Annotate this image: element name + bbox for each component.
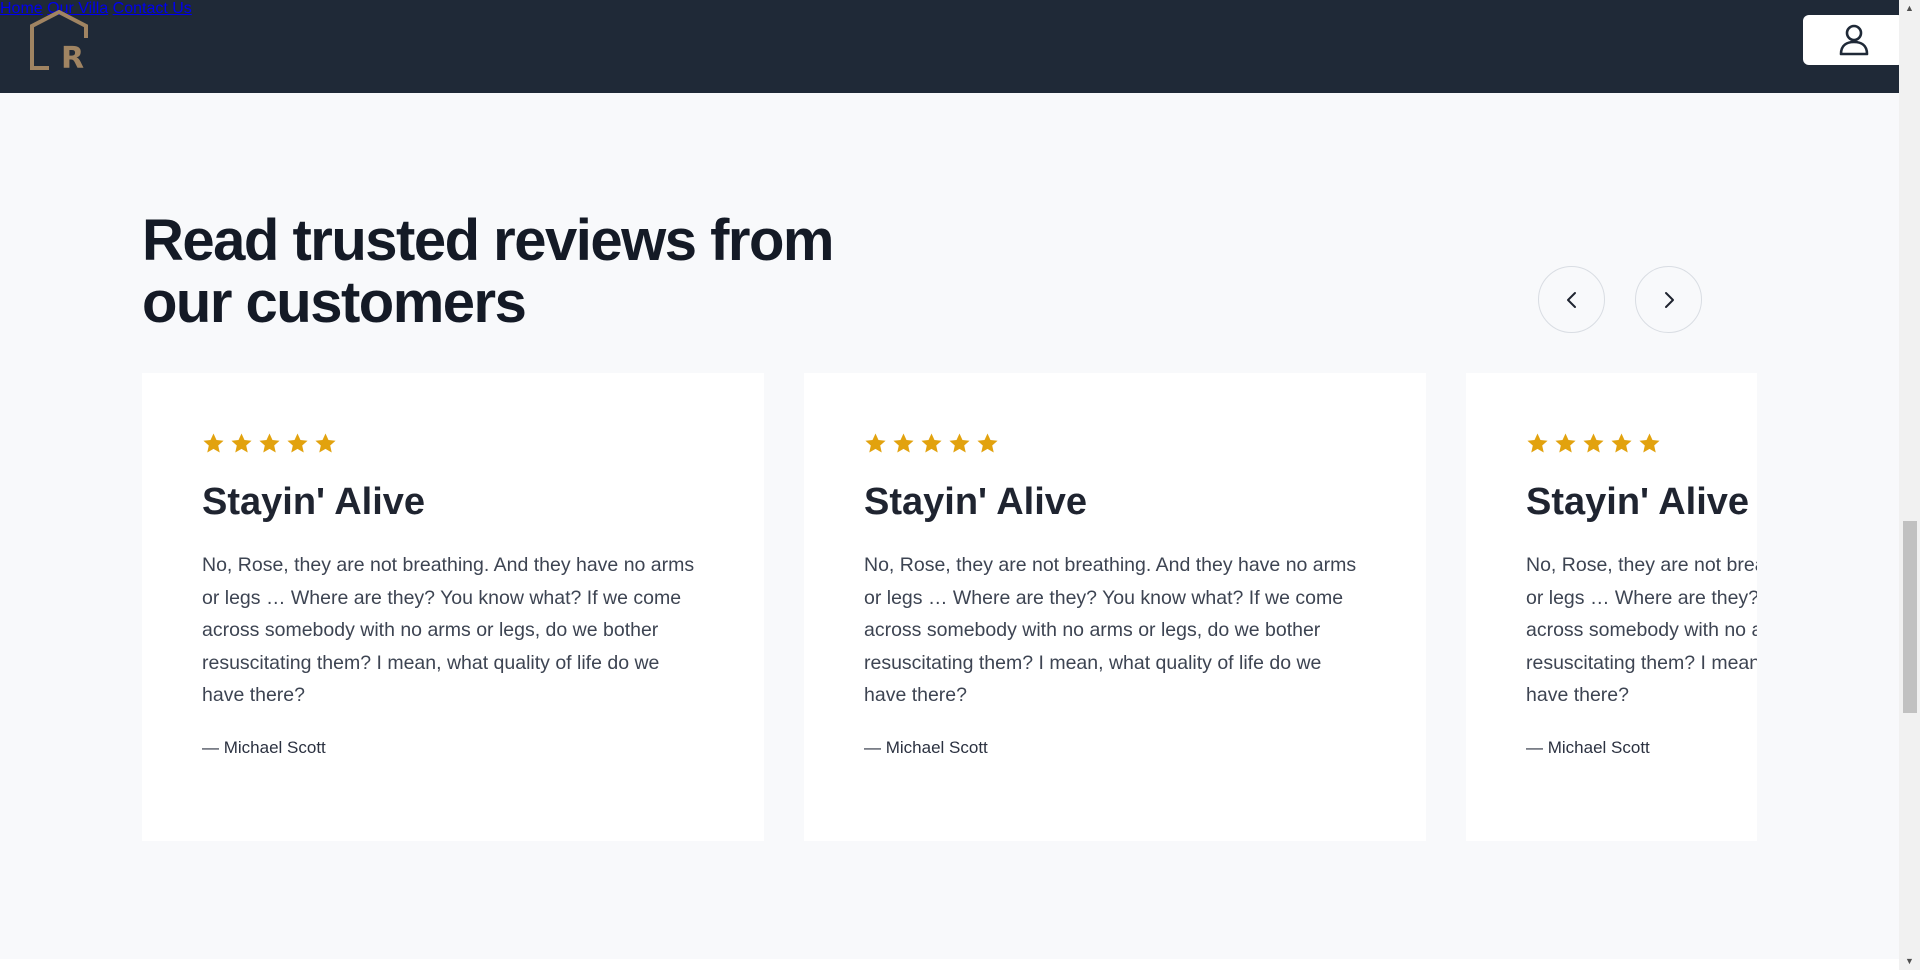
review-text: No, Rose, they are not breathing. And th… [202, 554, 695, 706]
scrollbar-thumb[interactable] [1903, 521, 1917, 713]
nav-contact-us[interactable]: Contact Us [113, 0, 192, 17]
star-icon [865, 432, 886, 453]
review-title: Stayin' Alive [864, 481, 1088, 523]
review-author: — Michael Scott [864, 737, 988, 757]
review-title: Stayin' Alive [1526, 481, 1750, 523]
star-rating [1526, 431, 1757, 455]
logo-icon[interactable]: R [29, 10, 89, 70]
star-icon [315, 432, 336, 453]
star-icon [893, 432, 914, 453]
star-icon [977, 432, 998, 453]
chevron-left-icon [1566, 291, 1576, 308]
review-card: Stayin' Alive No, Rose, they are not bre… [1466, 373, 1757, 841]
review-author: — Michael Scott [1526, 737, 1650, 757]
page-bottom-edge [0, 959, 1899, 970]
star-icon [1527, 432, 1548, 453]
section-heading: Read trusted reviews from our customers [142, 208, 834, 335]
star-icon [949, 432, 970, 453]
star-icon [259, 432, 280, 453]
scroll-down-arrow-icon[interactable]: ▼ [1899, 953, 1920, 970]
user-icon [1839, 24, 1868, 56]
star-icon [287, 432, 308, 453]
carousel-next-button[interactable] [1635, 266, 1702, 333]
reviews-carousel: Stayin' Alive No, Rose, they are not bre… [142, 373, 1757, 841]
review-card: Stayin' Alive No, Rose, they are not bre… [804, 373, 1426, 841]
star-icon [1639, 432, 1660, 453]
star-icon [231, 432, 252, 453]
top-navigation-bar: R Home Our Villa Contact Us [0, 0, 1904, 93]
review-author: — Michael Scott [202, 737, 326, 757]
star-icon [1611, 432, 1632, 453]
vertical-scrollbar[interactable]: ▲ ▼ [1899, 0, 1920, 970]
carousel-prev-button[interactable] [1538, 266, 1605, 333]
chevron-right-icon [1664, 291, 1674, 308]
review-card: Stayin' Alive No, Rose, they are not bre… [142, 373, 764, 841]
star-icon [1555, 432, 1576, 453]
star-rating [864, 431, 1366, 455]
svg-text:R: R [61, 41, 84, 70]
review-text: No, Rose, they are not breathing. And th… [1526, 554, 1757, 706]
star-icon [1583, 432, 1604, 453]
star-rating [202, 431, 704, 455]
star-icon [921, 432, 942, 453]
review-title: Stayin' Alive [202, 481, 426, 523]
user-account-button[interactable] [1803, 15, 1904, 65]
scroll-up-arrow-icon[interactable]: ▲ [1899, 0, 1920, 17]
star-icon [203, 432, 224, 453]
review-text: No, Rose, they are not breathing. And th… [864, 554, 1357, 706]
